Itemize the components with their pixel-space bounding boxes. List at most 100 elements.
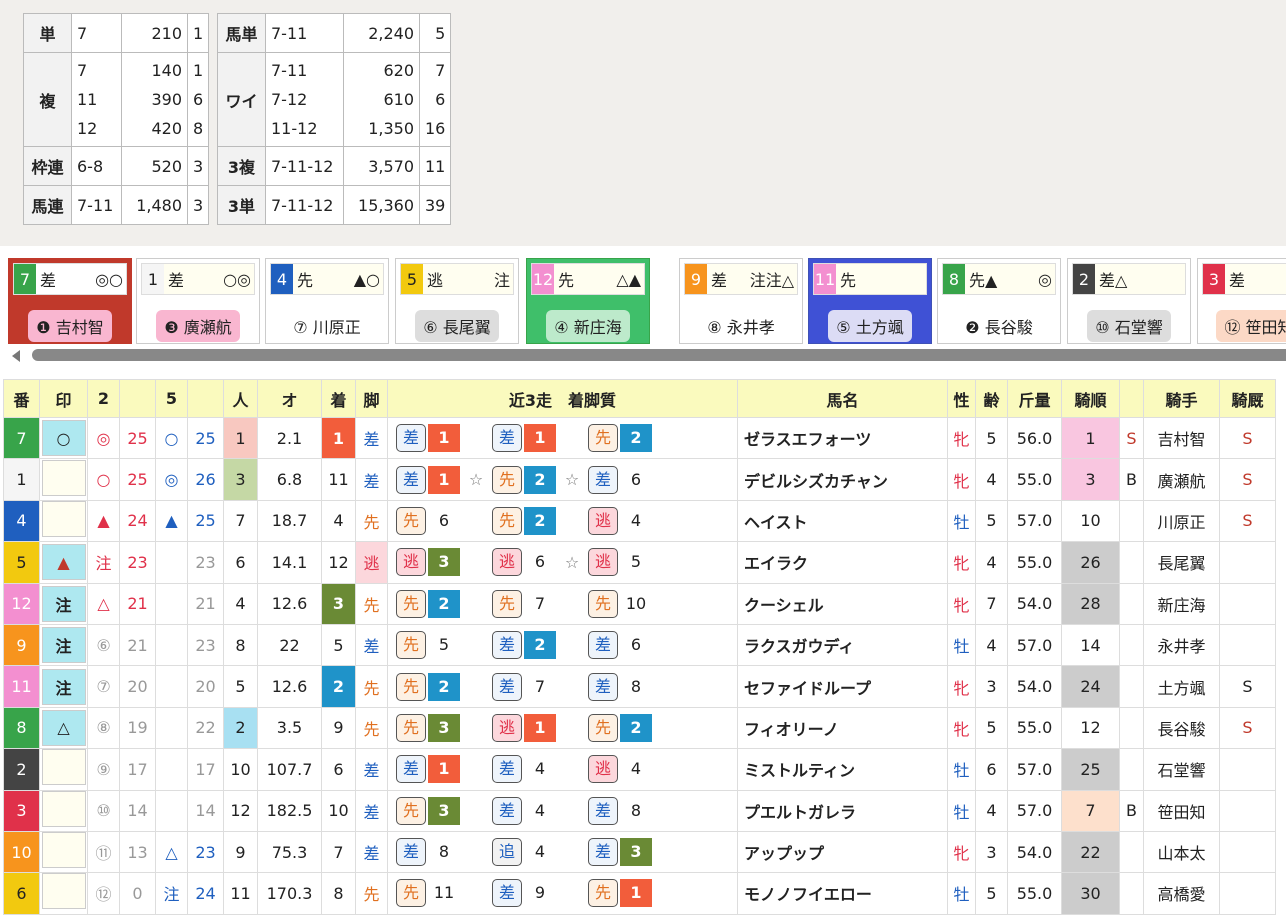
horse-name[interactable]: エイラク [737,541,948,584]
column-header[interactable]: 印 [39,379,88,418]
past-race[interactable]: 差8 [396,838,492,867]
jockey-name[interactable]: 川原正 [1143,499,1220,543]
past-race[interactable]: 差1 [492,424,588,453]
table-row[interactable]: 1 ○ 25 ◎ 26 3 6.8 11 差差 1 ☆ 先 2 ☆ 差 6 デビルシズカチャン牝 4 55.0 3 B 廣… [3,458,1276,501]
column-header[interactable]: オ [257,379,322,418]
column-header[interactable]: 番 [3,379,40,418]
past-race[interactable]: 差4 [492,796,588,825]
horse-card[interactable]: 5逃 注 ⑥ 長尾翼 [395,258,519,344]
jockey-name[interactable]: 土方颯 [1143,665,1220,708]
horse-card[interactable]: 1 差 ○◎ ❸ 廣瀬航 [136,258,260,344]
horse-name[interactable]: モノノフイエロー [737,872,948,915]
jockey-name[interactable]: ⑥ 長尾翼 [415,310,499,342]
scroll-left-arrow-icon[interactable] [12,350,20,362]
column-header[interactable]: 5 [155,379,188,418]
column-header[interactable]: 近3走 着脚質 [387,379,738,418]
horse-name[interactable]: セファイドループ [737,665,948,708]
jockey-name[interactable]: ❸ 廣瀬航 [156,310,240,342]
prediction-mark-cell[interactable]: 注 [39,665,88,708]
horse-card[interactable]: 12 先 △▲ ④ 新庄海 [526,258,650,344]
prediction-mark-cell[interactable] [39,458,88,501]
past-race[interactable]: 先7 [492,589,588,618]
past-race[interactable]: 差2 [492,631,588,660]
prediction-mark-cell[interactable]: △ [39,706,88,750]
horse-name[interactable]: デビルシズカチャン [737,458,948,501]
table-row[interactable]: 8 △ ⑧ 19 22 2 3.5 9 先先 3 逃 1 先 2 フィオリーノ牝 5 55.0 12 長谷駿 S [3,706,1276,750]
prediction-mark-cell[interactable]: ▲ [39,541,88,584]
column-header[interactable]: 齢 [975,379,1008,418]
past-race[interactable]: 先3 [396,796,492,825]
past-race[interactable]: 逃 6 ☆ [492,548,588,577]
jockey-name[interactable]: ❷ 長谷駿 [957,310,1040,342]
horse-name[interactable]: フィオリーノ [737,706,948,750]
prediction-mark-cell[interactable]: 注 [39,623,88,667]
jockey-name[interactable]: 吉村智 [1143,416,1220,460]
column-header[interactable] [1119,379,1144,418]
column-header[interactable]: 着 [321,379,356,418]
past-race[interactable]: 差9 [492,879,588,908]
prediction-mark-cell[interactable] [39,499,88,543]
table-row[interactable]: 12 注 △ 21 21 4 12.6 3 先先 2 先 7 先 10 クーシェル牝 7 54.0 28 新庄海 [3,582,1276,625]
past-race[interactable]: 差1 [396,424,492,453]
column-header[interactable]: 性 [947,379,976,418]
prediction-mark-cell[interactable] [39,830,88,874]
horse-card[interactable]: 2 差△ ⑩ 石堂響 [1067,258,1191,344]
jockey-name[interactable]: ⑫ 笹田知 [1216,310,1286,342]
horse-name[interactable]: ゼラスエフォーツ [737,416,948,460]
past-race[interactable]: 先 11 [396,879,492,908]
column-header[interactable]: 斤量 [1007,379,1062,418]
past-race[interactable]: 先2 [588,424,684,453]
past-race[interactable]: 差7 [492,672,588,701]
jockey-name[interactable]: 笹田知 [1143,789,1220,832]
past-race[interactable]: 差3 [588,838,684,867]
horse-name[interactable]: プエルトガレラ [737,789,948,832]
past-race[interactable]: 追4 [492,838,588,867]
past-race[interactable]: 先2 [396,672,492,701]
table-row[interactable]: 9 注 ⑥ 21 23 8 22 5 差先 5 差 2 差 6 ラクスガウディ牡 4 57.0 14 永井孝 [3,623,1276,667]
table-row[interactable]: 3 ⑩ 14 14 12 182.5 10 差先 3 差 4 差 8 プエルトガレラ牡 4 57.0 7 B 笹田知 [3,789,1276,832]
jockey-name[interactable]: 山本太 [1143,830,1220,874]
past-race[interactable]: 先 2 ☆ [492,465,588,494]
horse-name[interactable]: アップップ [737,830,948,874]
horse-name[interactable]: クーシェル [737,582,948,625]
table-row[interactable]: 5 ▲ 注 23 23 6 14.1 12 逃逃 3 逃 6 ☆ 逃 5 エイラク牝 4 55.0 26 長尾翼 [3,541,1276,584]
past-race[interactable]: 差1 [396,755,492,784]
jockey-name[interactable]: 永井孝 [1143,623,1220,667]
horse-card[interactable]: 8 先▲ ◎ ❷ 長谷駿 [937,258,1061,344]
horse-card[interactable]: 9 差 注注△ ⑧ 永井孝 [679,258,803,344]
column-header[interactable] [119,379,156,418]
horse-name[interactable]: ラクスガウディ [737,623,948,667]
prediction-mark-cell[interactable]: ○ [39,416,88,460]
column-header[interactable]: 騎厩 [1219,379,1276,418]
past-race[interactable]: 先2 [588,713,684,742]
scrollbar-thumb[interactable] [32,349,1286,361]
past-race[interactable]: 先5 [396,631,492,660]
table-row[interactable]: 2 ⑨ 17 17 10 107.7 6 差差 1 差 4 逃 4 ミストルティン牡 6 57.0 25 石堂響 [3,748,1276,791]
horse-name[interactable]: ミストルティン [737,748,948,791]
past-race[interactable]: 先2 [396,589,492,618]
past-race[interactable]: 先 10 [588,589,684,618]
past-race[interactable]: 差4 [492,755,588,784]
past-race[interactable]: 先6 [396,506,492,535]
jockey-name[interactable]: 高橋愛 [1143,872,1220,915]
horse-card[interactable]: 3差 ⑫ 笹田知 [1197,258,1286,344]
horse-card[interactable]: 4 先 ▲○ ⑦ 川原正 [265,258,389,344]
horse-name[interactable]: ヘイスト [737,499,948,543]
past-race[interactable]: 差 1 ☆ [396,465,492,494]
past-race[interactable]: 先1 [588,879,684,908]
column-header[interactable]: 2 [87,379,120,418]
past-race[interactable]: 逃5 [588,548,684,577]
prediction-mark-cell[interactable] [39,748,88,791]
table-row[interactable]: 11 注 ⑦ 20 20 5 12.6 2 先先 2 差 7 差 8 セファイドループ牝 3 54.0 24 土方颯… [3,665,1276,708]
past-race[interactable]: 差6 [588,631,684,660]
column-header[interactable]: 脚 [355,379,388,418]
jockey-name[interactable]: ⑩ 石堂響 [1087,310,1171,342]
table-row[interactable]: 7 ○ ◎ 25 ○ 25 1 2.1 1 差差 1 差 1 先 2 ゼラスエフォーツ牝 5 56.0 1 S 吉村智 S [3,416,1276,460]
table-row[interactable]: 10 ⑪ 13 △ 23 9 75.3 7 差差 8 追 4 差 3 アップップ牝 3 54.0 22 山本太 [3,830,1276,874]
past-race[interactable]: 先2 [492,506,588,535]
table-row[interactable]: 6 ⑫ 0 注 24 11 170.3 8 先先 11 差 9 先 1 モノノフイエロー牡 5 55.0 30 高橋… [3,872,1276,915]
column-header[interactable] [187,379,224,418]
past-race[interactable]: 逃1 [492,713,588,742]
horse-card[interactable]: 11 先 ⑤ 土方颯 [808,258,932,344]
prediction-mark-cell[interactable]: 注 [39,582,88,625]
